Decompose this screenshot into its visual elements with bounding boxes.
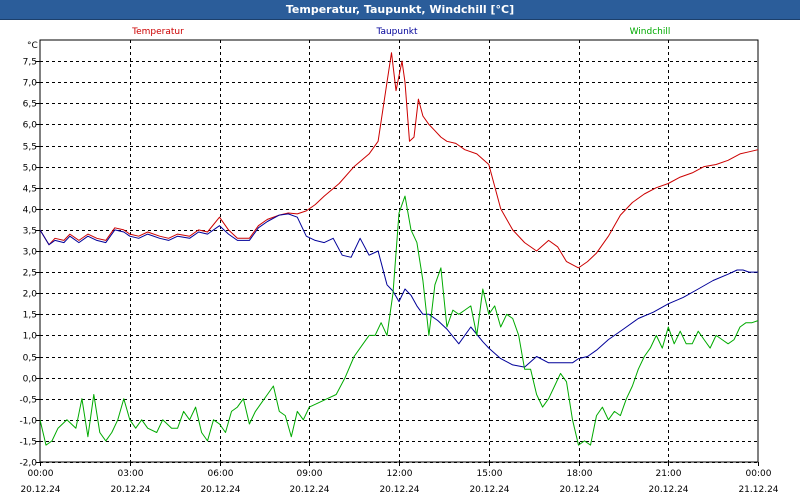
x-tick-date-label: 20.12.24 (648, 485, 688, 495)
y-tick-label: 3,0 (23, 248, 38, 258)
y-axis-unit-label: °C (27, 41, 38, 51)
legend-label-taupunkt: Taupunkt (375, 27, 418, 37)
y-tick-label: 6,0 (23, 121, 38, 131)
grid (39, 39, 759, 463)
x-tick-time-label: 15:00 (477, 469, 503, 479)
x-tick-time-label: 12:00 (387, 469, 413, 479)
y-tick-label: -1,5 (19, 438, 37, 448)
y-tick-label: 0,0 (23, 375, 38, 385)
y-tick-label: -2,0 (19, 459, 37, 469)
y-tick-label: 4,5 (23, 185, 37, 195)
y-tick-label: 0,5 (23, 354, 37, 364)
chart-window: Temperatur, Taupunkt, Windchill [°C] °C … (0, 0, 800, 500)
legend-label-windchill: Windchill (630, 27, 671, 37)
y-tick-label: 4,0 (23, 206, 38, 216)
y-tick-label: 3,5 (23, 227, 37, 237)
x-tick-date-label: 20.12.24 (289, 485, 329, 495)
x-tick-time-label: 03:00 (118, 469, 144, 479)
x-tick-time-label: 00:00 (746, 469, 772, 479)
line-chart: °C 7,5 7,0 6,5 6,0 5,5 5,0 4,5 4,0 3,5 3,0 2,5 2,0 1… (19, 27, 778, 495)
x-tick-date-label: 21.12.24 (738, 485, 778, 495)
x-tick-time-label: 18:00 (567, 469, 593, 479)
x-tick-time-label: 21:00 (656, 469, 682, 479)
y-tick-label: 7,5 (23, 58, 37, 68)
x-tick-date-label: 20.12.24 (379, 485, 419, 495)
y-tick-label: 7,0 (23, 79, 38, 89)
y-tick-label: 5,5 (23, 143, 37, 153)
x-tick-date-label: 20.12.24 (469, 485, 509, 495)
y-tick-label: 2,5 (23, 269, 37, 279)
y-tick-label: 1,0 (23, 332, 38, 342)
y-tick-label: 2,0 (23, 290, 38, 300)
x-tick-time-label: 09:00 (297, 469, 323, 479)
x-tick-date-label: 20.12.24 (200, 485, 240, 495)
legend-label-temperatur: Temperatur (131, 27, 184, 37)
x-tick-date-label: 20.12.24 (559, 485, 599, 495)
x-tick-date-label: 20.12.24 (20, 485, 60, 495)
y-tick-label: 1,5 (23, 311, 37, 321)
x-tick-time-label: 00:00 (28, 469, 54, 479)
x-tick-date-label: 20.12.24 (110, 485, 150, 495)
y-tick-label: 6,5 (23, 100, 37, 110)
y-tick-label: -0,5 (19, 396, 37, 406)
y-tick-label: -1,0 (19, 417, 37, 427)
legend: Temperatur Taupunkt Windchill (131, 27, 670, 37)
y-tick-label: 5,0 (23, 164, 38, 174)
x-tick-time-label: 06:00 (208, 469, 234, 479)
